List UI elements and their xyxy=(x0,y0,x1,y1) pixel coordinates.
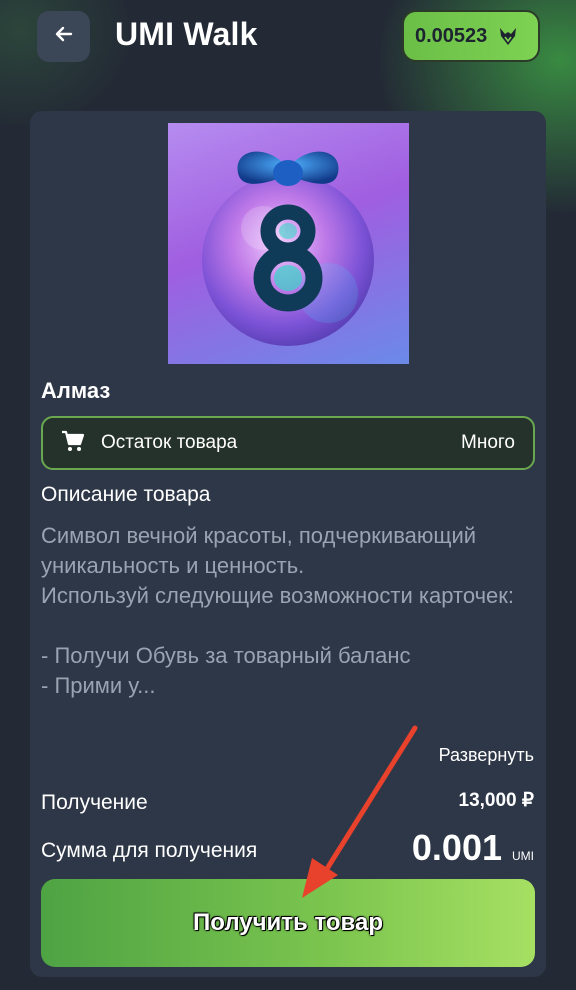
fox-head-icon xyxy=(497,25,519,47)
stock-info: Остаток товара Много xyxy=(41,416,535,470)
balance-badge[interactable]: 0.00523 xyxy=(402,10,540,62)
product-name: Алмаз xyxy=(41,378,111,403)
sum-label: Сумма для получения xyxy=(41,839,258,862)
balance-value: 0.00523 xyxy=(415,24,488,47)
expand-link[interactable]: Развернуть xyxy=(439,745,534,766)
get-product-button[interactable]: Получить товар xyxy=(41,879,535,967)
description-text: Символ вечной красоты, подчеркивающий ун… xyxy=(41,523,514,698)
receive-value: 13,000 ₽ xyxy=(458,790,534,811)
description-heading: Описание товара xyxy=(41,483,211,506)
annotation-arrow xyxy=(302,725,418,898)
stock-label: Остаток товара xyxy=(101,432,238,453)
product-card: Алмаз Остаток товара Много Описание това… xyxy=(30,111,546,977)
product-image xyxy=(168,123,409,364)
sum-unit: UMI xyxy=(512,849,534,863)
sum-amount: 0.001 UMI xyxy=(412,827,534,869)
receive-label: Получение xyxy=(41,791,148,814)
stock-value: Много xyxy=(461,432,515,453)
arrow-left-icon xyxy=(53,23,75,50)
ornament-8-ball-icon xyxy=(202,151,374,346)
cart-icon xyxy=(61,430,85,457)
get-product-button-label: Получить товар xyxy=(193,909,383,936)
back-button[interactable] xyxy=(37,11,90,62)
header: UMI Walk 0.00523 xyxy=(0,0,576,80)
app-title: UMI Walk xyxy=(115,16,258,52)
